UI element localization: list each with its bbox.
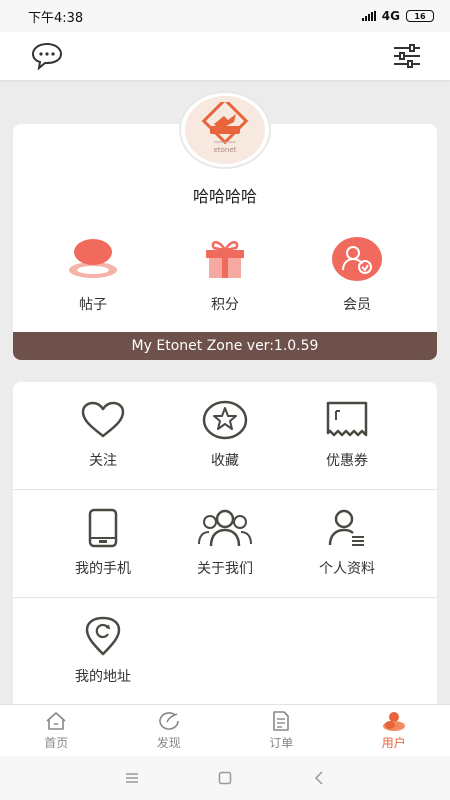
tab-user[interactable]: 用户 bbox=[338, 705, 450, 756]
menu-item-my-phone[interactable]: 我的手机 bbox=[43, 508, 163, 578]
avatar[interactable]: etonet bbox=[179, 91, 271, 169]
version-bar: My Etonet Zone ver:1.0.59 bbox=[13, 332, 437, 360]
menu-label: 我的手机 bbox=[75, 561, 131, 577]
menu-item-profile[interactable]: 个人资料 bbox=[287, 508, 407, 578]
menu-item-favorites[interactable]: 收藏 bbox=[165, 400, 285, 470]
chat-bubble-icon[interactable] bbox=[30, 41, 64, 71]
back-icon[interactable] bbox=[313, 771, 325, 785]
battery-icon: 16 bbox=[406, 10, 434, 22]
posts-icon bbox=[69, 239, 117, 278]
menu-label: 我的地址 bbox=[75, 669, 131, 685]
tab-home[interactable]: 首页 bbox=[0, 705, 113, 756]
network-type: 4G bbox=[381, 9, 400, 23]
bottom-tab-bar: 首页 发现 订单 用户 bbox=[0, 704, 450, 756]
profile-icon bbox=[328, 509, 364, 546]
menu-label: 优惠券 bbox=[326, 453, 368, 469]
battery-level: 16 bbox=[414, 11, 426, 21]
menu-item-about-us[interactable]: 关于我们 bbox=[165, 508, 285, 578]
stat-posts[interactable]: 帖子 bbox=[43, 236, 143, 313]
filter-sliders-icon[interactable] bbox=[391, 42, 423, 70]
heart-icon bbox=[81, 401, 125, 438]
location-icon bbox=[85, 616, 121, 656]
order-icon bbox=[273, 711, 290, 731]
tab-label: 订单 bbox=[269, 736, 294, 750]
etonet-logo-icon: etonet bbox=[201, 102, 249, 154]
system-nav-bar bbox=[0, 756, 450, 800]
user-icon bbox=[382, 712, 405, 731]
member-icon bbox=[332, 237, 382, 281]
stat-label: 会员 bbox=[343, 297, 371, 313]
avatar-logo: etonet bbox=[185, 96, 265, 164]
menu-card: 关注 收藏 优惠券 我的手机 关于我们 个人资料 我的地址 bbox=[13, 382, 437, 712]
home-icon bbox=[46, 712, 66, 730]
menu-item-my-address[interactable]: 我的地址 bbox=[43, 616, 163, 686]
tab-orders[interactable]: 订单 bbox=[225, 705, 338, 756]
discover-icon bbox=[159, 712, 179, 730]
status-icons: 4G 16 bbox=[361, 9, 434, 23]
menu-label: 关注 bbox=[89, 453, 117, 469]
stat-points[interactable]: 积分 bbox=[175, 236, 275, 313]
menu-label: 关于我们 bbox=[197, 561, 253, 577]
star-icon bbox=[202, 400, 248, 440]
top-bar bbox=[0, 32, 450, 80]
tab-label: 首页 bbox=[44, 736, 69, 750]
stat-label: 帖子 bbox=[79, 297, 107, 313]
gift-icon bbox=[206, 241, 244, 278]
menu-item-follow[interactable]: 关注 bbox=[43, 400, 163, 470]
status-bar: 下午4:38 4G 16 bbox=[0, 0, 450, 32]
tab-label: 发现 bbox=[156, 736, 181, 750]
coupon-icon bbox=[326, 401, 368, 437]
menu-label: 收藏 bbox=[211, 453, 239, 469]
status-time: 下午4:38 bbox=[28, 10, 84, 26]
stat-member[interactable]: 会员 bbox=[307, 236, 407, 313]
menu-icon[interactable] bbox=[124, 772, 140, 784]
username: 哈哈哈哈 bbox=[192, 187, 257, 206]
menu-item-coupons[interactable]: 优惠券 bbox=[287, 400, 407, 470]
logo-text: etonet bbox=[214, 146, 237, 154]
tab-discover[interactable]: 发现 bbox=[113, 705, 226, 756]
group-icon bbox=[198, 509, 252, 547]
phone-icon bbox=[88, 508, 118, 548]
menu-label: 个人资料 bbox=[319, 561, 375, 577]
version-text: My Etonet Zone ver:1.0.59 bbox=[131, 338, 319, 354]
divider bbox=[13, 597, 437, 598]
divider bbox=[13, 489, 437, 490]
signal-icon bbox=[361, 11, 376, 21]
tab-label: 用户 bbox=[381, 736, 406, 750]
stat-label: 积分 bbox=[211, 297, 239, 313]
home-button-icon[interactable] bbox=[218, 771, 232, 785]
